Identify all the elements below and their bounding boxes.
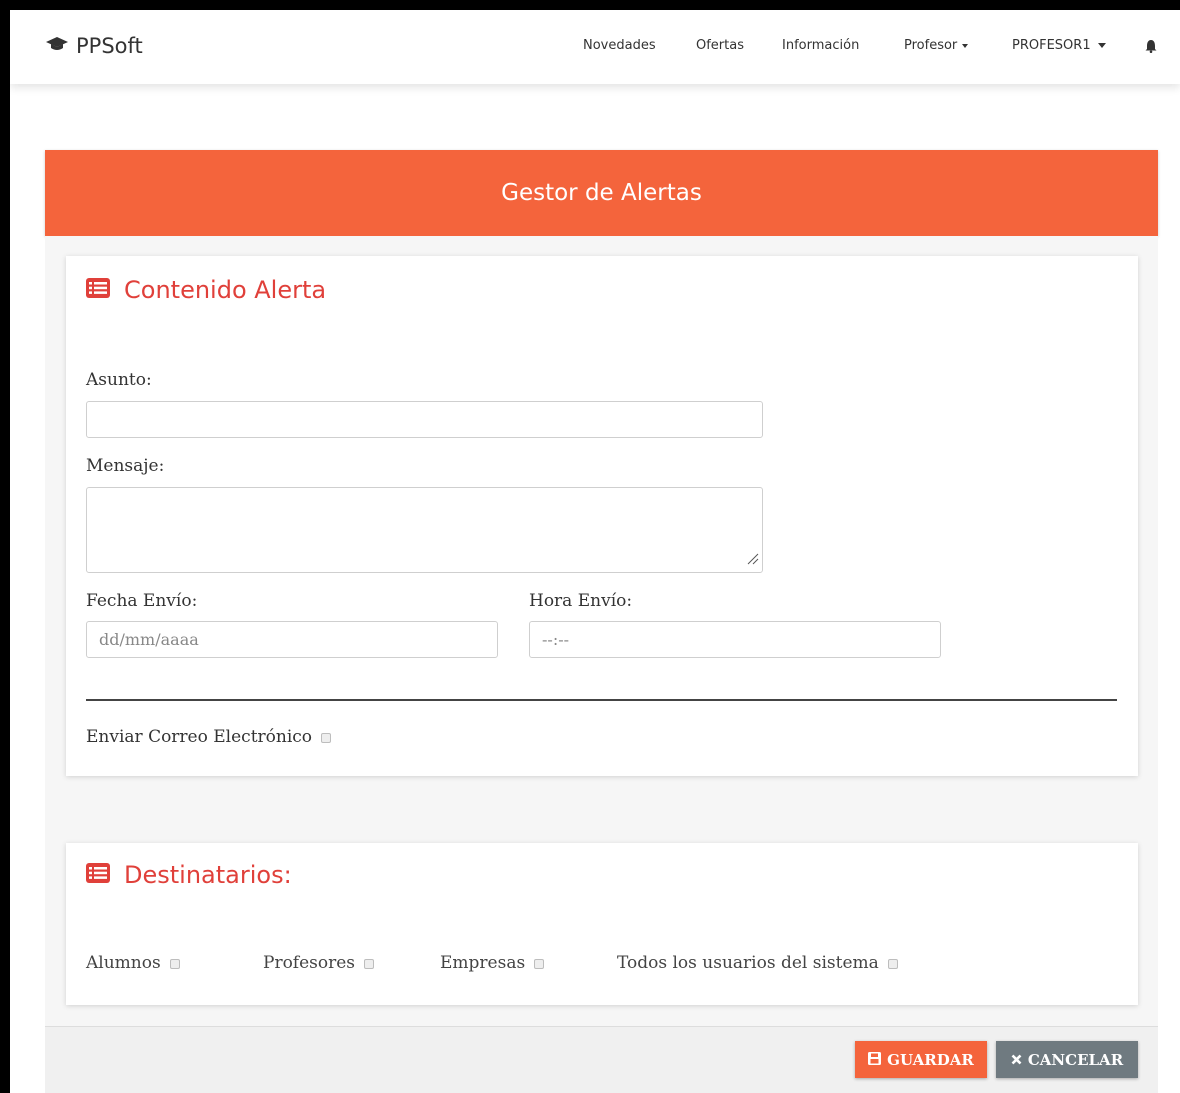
profesores-checkbox[interactable]	[364, 958, 375, 969]
todos-checkbox[interactable]	[887, 958, 898, 969]
brand-name: PPSoft	[76, 34, 143, 58]
screenshot-frame-top	[0, 0, 1180, 10]
nav-novedades[interactable]: Novedades	[583, 38, 656, 53]
section-divider	[86, 699, 1117, 701]
graduation-cap-icon	[46, 36, 68, 56]
page-title: Gestor de Alertas	[501, 180, 702, 206]
contenido-title: Contenido Alerta	[124, 276, 327, 304]
destinatarios-title: Destinatarios:	[124, 861, 292, 889]
fecha-placeholder: dd/mm/aaaa	[99, 630, 199, 649]
fecha-input[interactable]: dd/mm/aaaa	[86, 621, 498, 658]
nav-user-dropdown[interactable]: PROFESOR1	[1012, 38, 1106, 53]
correo-label: Enviar Correo Electrónico	[86, 727, 313, 747]
destinatarios-card: Destinatarios: Alumnos Profesores Empres…	[66, 843, 1138, 1005]
empresas-option: Empresas	[440, 953, 545, 973]
close-icon	[1011, 1051, 1022, 1069]
profesores-label: Profesores	[263, 953, 356, 973]
hora-placeholder: --:--	[542, 630, 570, 649]
asunto-input[interactable]	[86, 401, 763, 438]
nav-profesor-label: Profesor	[904, 38, 958, 53]
panel-header: Gestor de Alertas	[45, 150, 1158, 236]
cancel-button[interactable]: CANCELAR	[996, 1041, 1138, 1078]
fecha-label: Fecha Envío:	[86, 591, 198, 611]
save-label: GUARDAR	[887, 1050, 974, 1069]
todos-label: Todos los usuarios del sistema	[617, 953, 879, 973]
save-button[interactable]: GUARDAR	[855, 1041, 987, 1078]
cancel-label: CANCELAR	[1027, 1050, 1124, 1069]
nav-user-label: PROFESOR1	[1012, 38, 1091, 53]
chevron-down-icon	[1097, 43, 1106, 48]
hora-label: Hora Envío:	[529, 591, 633, 611]
brand[interactable]: PPSoft	[46, 34, 143, 58]
alumnos-option: Alumnos	[86, 953, 180, 973]
save-icon	[868, 1051, 882, 1069]
mensaje-textarea[interactable]	[86, 487, 763, 573]
chevron-down-icon	[962, 43, 969, 48]
screenshot-frame-left	[0, 0, 10, 1093]
list-alt-icon	[86, 277, 110, 303]
nav-ofertas[interactable]: Ofertas	[696, 38, 744, 53]
hora-input[interactable]: --:--	[529, 621, 941, 658]
contenido-section-header: Contenido Alerta	[86, 276, 326, 304]
action-bar: GUARDAR CANCELAR	[45, 1026, 1158, 1093]
empresas-checkbox[interactable]	[534, 958, 545, 969]
resize-grip-icon[interactable]	[747, 550, 759, 569]
asunto-label: Asunto:	[86, 370, 152, 390]
nav-profesor-dropdown[interactable]: Profesor	[904, 38, 969, 53]
empresas-label: Empresas	[440, 953, 526, 973]
list-alt-icon	[86, 862, 110, 888]
contenido-alerta-card: Contenido Alerta Asunto: Mensaje: Fecha …	[66, 256, 1138, 776]
profesores-option: Profesores	[263, 953, 375, 973]
mensaje-label: Mensaje:	[86, 456, 165, 476]
correo-option: Enviar Correo Electrónico	[86, 727, 332, 747]
todos-option: Todos los usuarios del sistema	[617, 953, 898, 973]
alumnos-label: Alumnos	[86, 953, 161, 973]
alumnos-checkbox[interactable]	[169, 958, 180, 969]
correo-checkbox[interactable]	[321, 732, 332, 743]
destinatarios-section-header: Destinatarios:	[86, 861, 292, 889]
top-navbar: PPSoft Novedades Ofertas Información Pro…	[10, 10, 1180, 84]
bell-icon[interactable]	[1145, 39, 1157, 57]
nav-informacion[interactable]: Información	[782, 38, 859, 53]
